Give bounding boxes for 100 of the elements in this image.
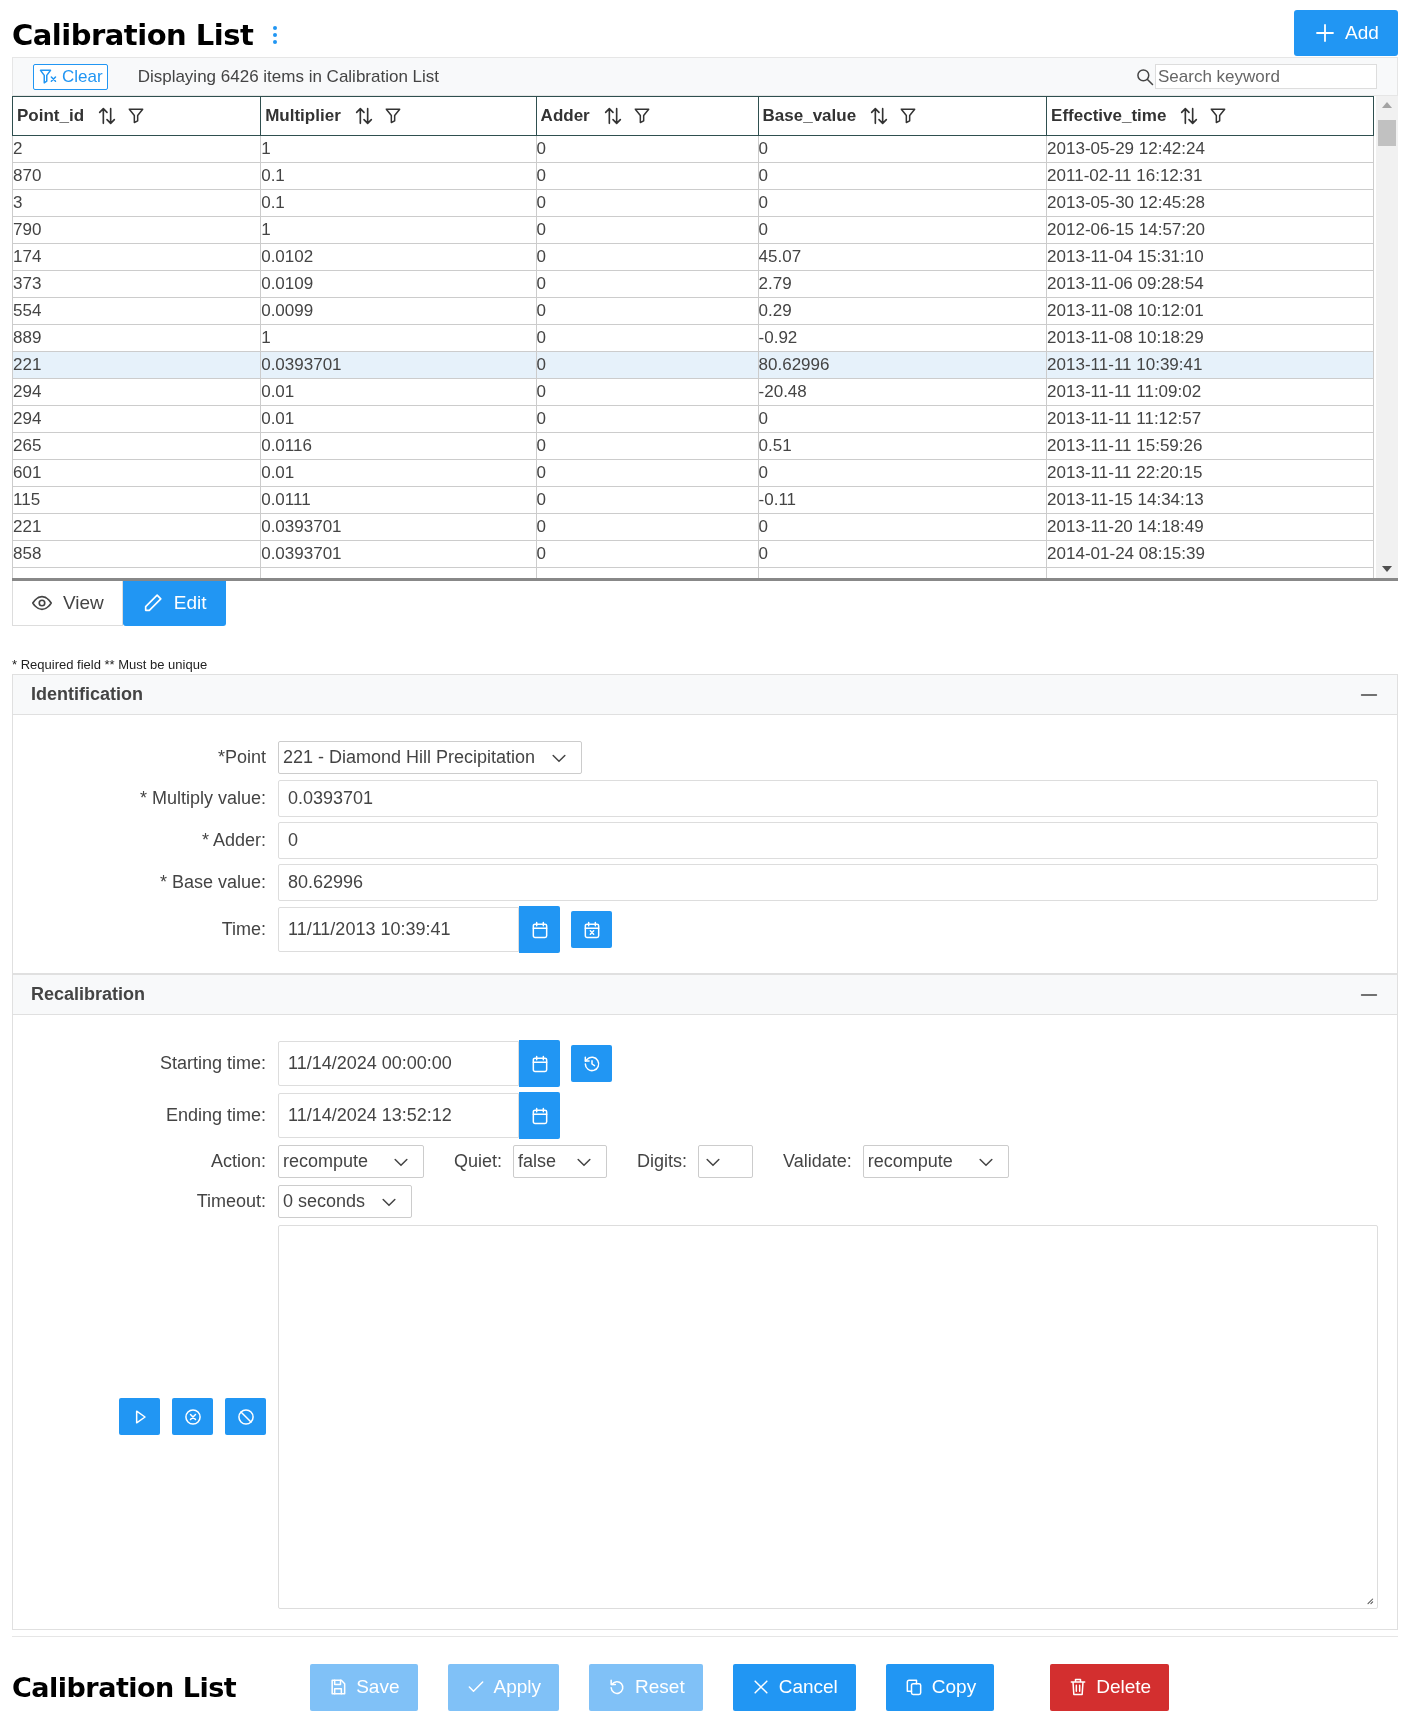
table-cell: 2013-11-08 10:18:29 (1047, 328, 1204, 347)
table-row[interactable]: 221 0.0393701 0 80.62996 2013-11-11 10:39:41 (12, 351, 1374, 379)
dropdown[interactable]: false (513, 1145, 608, 1178)
table-cell: 0.0102 (261, 247, 314, 266)
table-cell: 0.51 (759, 436, 792, 455)
reset-time-button[interactable] (571, 1045, 612, 1082)
table-row[interactable]: 221 0.0393701 0 0 2013-11-20 14:18:49 (12, 513, 1374, 541)
table-cell: 0.0099 (261, 301, 314, 320)
table-cell: 2011-02-11 16:12:31 (1047, 166, 1203, 185)
table-cell: 45.07 (759, 247, 802, 266)
search-field[interactable]: Search keyword (1155, 64, 1377, 89)
table-cell: 2013-11-04 15:31:10 (1047, 247, 1204, 266)
table-row[interactable]: 265 0.0116 0 0.51 2013-11-11 15:59:26 (12, 432, 1374, 460)
datetime-field[interactable]: 11/14/2024 13:52:12 (278, 1093, 519, 1138)
scrollbar[interactable] (1376, 96, 1398, 578)
datetime-field[interactable]: 11/11/2013 10:39:41 (278, 907, 519, 952)
column-title[interactable]: Point_id (17, 106, 85, 126)
table-cell: 0 (759, 166, 769, 185)
table-cell: 2013-05-29 12:42:24 (1047, 139, 1205, 158)
more-options-icon[interactable] (271, 24, 280, 45)
item-count-text: Displaying 6426 items in Calibration List (137, 66, 440, 87)
table-row[interactable]: 790 1 0 0 2012-06-15 14:57:20 (12, 216, 1374, 244)
table-cell: 0.0393701 (261, 355, 342, 374)
datetime-field[interactable]: 11/14/2024 00:00:00 (278, 1041, 519, 1086)
table-cell: 0 (537, 247, 547, 266)
abort-button[interactable] (225, 1398, 266, 1435)
table-row[interactable]: 554 0.0099 0 0.29 2013-11-08 10:12:01 (12, 297, 1374, 325)
panel-header[interactable]: Recalibration (13, 974, 1397, 1015)
table-cell: 2013-05-30 12:45:28 (1047, 193, 1205, 212)
stop-button[interactable] (172, 1398, 213, 1435)
table-cell: 2013-11-11 10:39:41 (1047, 355, 1203, 374)
calendar-button[interactable] (519, 906, 560, 953)
table-cell: 0 (537, 517, 547, 536)
table-row[interactable]: 174 0.0102 0 45.07 2013-11-04 15:31:10 (12, 243, 1374, 271)
column-title[interactable]: Base_value (762, 106, 857, 126)
table-row[interactable]: 2 1 0 0 2013-05-29 12:42:24 (12, 135, 1374, 163)
table-cell: 2012-06-15 14:57:20 (1047, 220, 1205, 239)
table-cell: 0 (537, 544, 547, 563)
table-row[interactable]: 889 1 0 -0.92 2013-11-08 10:18:29 (12, 324, 1374, 352)
table-cell: 0 (759, 139, 769, 158)
field-label: * Base value: (159, 872, 266, 893)
table-cell: 2.79 (759, 274, 792, 293)
run-button[interactable] (119, 1398, 160, 1435)
table-cell: 790 (13, 220, 42, 239)
table-cell: 265 (13, 436, 42, 455)
table-cell: 0 (537, 139, 547, 158)
table-cell: 554 (13, 301, 42, 320)
panel-title: Identification (31, 684, 144, 705)
table-cell: 858 (13, 544, 42, 563)
field-label: Starting time: (159, 1053, 266, 1074)
table-row[interactable]: 373 0.0109 0 2.79 2013-11-06 09:28:54 (12, 270, 1374, 298)
legend-text: * Required field ** Must be unique (12, 657, 209, 672)
calendar-button[interactable] (519, 1092, 560, 1139)
column-title[interactable]: Multiplier (265, 106, 341, 126)
text-field[interactable]: 0 (278, 822, 1378, 859)
table-row[interactable]: 294 0.01 0 -20.48 2013-11-11 11:09:02 (12, 378, 1374, 406)
text-field[interactable]: 80.62996 (278, 864, 1378, 901)
table-cell: 0.01 (261, 409, 295, 428)
table-row[interactable]: 601 0.01 0 0 2013-11-11 22:20:15 (12, 459, 1374, 487)
dropdown[interactable]: recompute (862, 1145, 1009, 1178)
field-label: Validate: (783, 1151, 852, 1172)
table-cell: 2013-11-11 22:20:15 (1047, 463, 1203, 482)
table-cell: 2013-11-11 15:59:26 (1047, 436, 1203, 455)
table-cell: 0 (759, 517, 769, 536)
tab[interactable]: View (12, 581, 123, 626)
column-title[interactable]: Effective_time (1051, 106, 1167, 126)
dropdown[interactable]: recompute (278, 1145, 424, 1178)
table-cell: 294 (13, 409, 42, 428)
clear-date-button[interactable] (571, 911, 612, 948)
table-row[interactable]: 294 0.01 0 0 2013-11-11 11:12:57 (12, 405, 1374, 433)
table-cell: 0 (537, 382, 547, 401)
table-cell: 373 (13, 274, 42, 293)
table-cell: 0 (537, 463, 547, 482)
table-cell: 0.01 (261, 382, 295, 401)
field-label: Digits: (637, 1151, 688, 1172)
dropdown[interactable]: 0 seconds (278, 1185, 413, 1218)
delete-button[interactable]: Delete (1050, 1663, 1170, 1711)
text-field[interactable]: 0.0393701 (278, 780, 1378, 817)
table-cell: 0 (759, 220, 769, 239)
table-cell: 0 (537, 301, 547, 320)
table-cell: 889 (13, 328, 42, 347)
table-cell: -20.48 (759, 382, 807, 401)
table-cell: 0 (759, 463, 769, 482)
table-row[interactable]: 3 0.1 0 0 2013-05-30 12:45:28 (12, 189, 1374, 217)
table-cell: 0 (759, 193, 769, 212)
panel-header[interactable]: Identification (13, 674, 1397, 715)
table-row[interactable]: 115 0.0111 0 -0.11 2013-11-15 14:34:13 (12, 486, 1374, 514)
table-cell: 0 (759, 409, 769, 428)
panel-title: Recalibration (31, 984, 147, 1005)
table-cell: 0.0109 (261, 274, 314, 293)
column-title[interactable]: Adder (540, 106, 590, 126)
table-cell: 0.0393701 (261, 517, 342, 536)
table-cell: 0.1 (261, 193, 285, 212)
dropdown[interactable]: 221 - Diamond Hill Precipitation (278, 741, 583, 774)
table-cell: 2013-11-08 10:12:01 (1047, 301, 1204, 320)
table-cell: 115 (13, 490, 41, 509)
table-row[interactable]: 858 0.0393701 0 0 2014-01-24 08:15:39 (12, 540, 1374, 568)
calendar-button[interactable] (519, 1040, 560, 1087)
table-cell: 0 (537, 436, 547, 455)
table-row[interactable]: 870 0.1 0 0 2011-02-11 16:12:31 (12, 162, 1374, 190)
